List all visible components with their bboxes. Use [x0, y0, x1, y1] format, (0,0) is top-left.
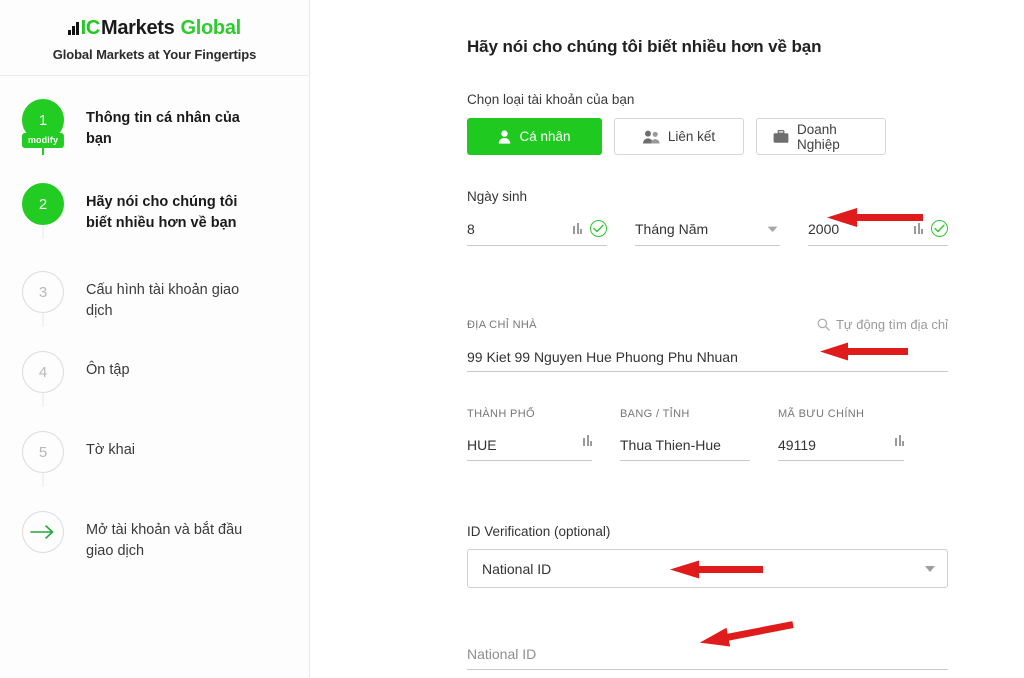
bar-chart-icon	[573, 223, 582, 235]
sidebar-step-final[interactable]: Mở tài khoản và bắt đầu giao dịch	[0, 511, 309, 581]
check-circle-icon	[931, 220, 948, 238]
id-verification-label: ID Verification (optional)	[467, 524, 611, 540]
address-autofind-link[interactable]: Tự động tìm địa chỉ	[817, 317, 948, 332]
check-circle-icon	[590, 220, 607, 238]
address-label: ĐỊA CHỈ NHÀ	[467, 318, 537, 331]
step-3-circle: 3	[22, 271, 64, 313]
account-type-corporate-label: Doanh Nghiệp	[797, 121, 840, 152]
city-label: THÀNH PHỐ	[467, 408, 535, 421]
account-type-group: Cá nhân Liên kết Doanh Nghiệp	[467, 118, 948, 156]
sidebar-step-1-label: Thông tin cá nhân của bạn	[86, 110, 240, 148]
brand-logo: IC Markets Global	[68, 18, 241, 38]
step-2-circle: 2	[22, 183, 64, 225]
city-value: HUE	[467, 437, 497, 454]
step-3-marker: 3	[0, 271, 86, 327]
briefcase-icon	[773, 129, 789, 144]
account-type-individual-button[interactable]: Cá nhân	[467, 118, 602, 156]
brand-ic: IC	[80, 16, 101, 39]
brand-block: IC Markets Global Global Markets at Your…	[0, 0, 309, 76]
sidebar-step-3[interactable]: 3 Cấu hình tài khoản giao dịch	[0, 271, 309, 351]
postcode-value: 49119	[778, 437, 816, 454]
account-type-label: Chọn loại tài khoản của bạn	[467, 92, 635, 108]
arrow-right-icon	[22, 511, 64, 553]
address-header: ĐỊA CHỈ NHÀ Tự động tìm địa chỉ	[467, 317, 948, 332]
step-connector	[42, 393, 44, 407]
step-2-marker: 2	[0, 183, 86, 239]
account-type-joint-button[interactable]: Liên kết	[614, 118, 744, 156]
brand-markets: Markets	[100, 16, 175, 39]
step-1-marker: 1 modify	[0, 99, 86, 155]
dob-label: Ngày sinh	[467, 189, 528, 205]
address-autofind-label: Tự động tìm địa chỉ	[835, 317, 948, 333]
national-id-input[interactable]: National ID	[467, 638, 948, 671]
registration-page: IC Markets Global Global Markets at Your…	[0, 0, 1024, 678]
dob-day-icons	[573, 220, 607, 238]
step-5-marker: 5	[0, 431, 86, 487]
progress-stepper: 1 modify Thông tin cá nhân của bạn 2 Hãy…	[0, 76, 309, 581]
national-id-placeholder: National ID	[467, 645, 537, 662]
state-label: BANG / TỈNH	[620, 408, 690, 421]
chevron-down-icon	[767, 220, 778, 238]
postcode-field[interactable]: MÃ BƯU CHÍNH 49119	[778, 408, 904, 462]
dob-year-field[interactable]: 2000	[808, 212, 948, 247]
page-title: Hãy nói cho chúng tôi biết nhiều hơn về …	[467, 37, 822, 57]
city-value-wrap: HUE	[467, 430, 592, 462]
locality-row: THÀNH PHỐ HUE BANG / TỈNH Thua Thien-Hue…	[467, 408, 948, 462]
state-value-wrap: Thua Thien-Hue	[620, 430, 750, 462]
sidebar-step-5[interactable]: 5 Tờ khai	[0, 431, 309, 511]
dob-month-value: Tháng Năm	[635, 220, 709, 237]
main-content: Hãy nói cho chúng tôi biết nhiều hơn về …	[310, 0, 1024, 678]
bar-chart-icon	[583, 435, 592, 447]
state-value: Thua Thien-Hue	[620, 437, 721, 454]
people-icon	[642, 130, 660, 144]
postcode-value-wrap: 49119	[778, 430, 904, 462]
sidebar-step-5-label: Tờ khai	[86, 442, 135, 458]
brand-tagline: Global Markets at Your Fingertips	[52, 46, 257, 62]
step-connector	[42, 313, 44, 327]
account-type-individual-label: Cá nhân	[519, 129, 571, 145]
brand-global: Global	[180, 16, 241, 39]
dob-year-icons	[914, 220, 948, 238]
step-5-circle: 5	[22, 431, 64, 473]
id-verification-select[interactable]: National ID	[467, 549, 948, 589]
postcode-label: MÃ BƯU CHÍNH	[778, 408, 865, 421]
state-field[interactable]: BANG / TỈNH Thua Thien-Hue	[620, 408, 750, 462]
sidebar-step-3-label: Cấu hình tài khoản giao dịch	[86, 282, 240, 320]
chevron-down-icon	[925, 565, 935, 572]
sidebar-step-2-label: Hãy nói cho chúng tôi biết nhiều hơn về …	[86, 194, 238, 232]
sidebar-step-4-label: Ôn tập	[86, 362, 130, 378]
step-final-marker	[0, 511, 86, 553]
sidebar-step-2[interactable]: 2 Hãy nói cho chúng tôi biết nhiều hơn v…	[0, 183, 309, 271]
person-icon	[498, 130, 511, 144]
bar-chart-icon	[895, 435, 904, 447]
search-icon	[817, 318, 830, 332]
dob-month-select[interactable]: Tháng Năm	[635, 212, 780, 247]
sidebar-step-final-label: Mở tài khoản và bắt đầu giao dịch	[86, 522, 243, 560]
city-field[interactable]: THÀNH PHỐ HUE	[467, 408, 592, 462]
step-4-marker: 4	[0, 351, 86, 407]
address-value: 99 Kiet 99 Nguyen Hue Phuong Phu Nhuan	[467, 348, 738, 365]
step-4-circle: 4	[22, 351, 64, 393]
dob-day-field[interactable]: 8	[467, 212, 607, 247]
dob-row: 8 Tháng Năm 2000	[467, 212, 948, 247]
account-type-joint-label: Liên kết	[667, 129, 716, 145]
sidebar-step-4[interactable]: 4 Ôn tập	[0, 351, 309, 431]
modify-badge[interactable]: modify	[21, 133, 65, 148]
step-connector	[42, 473, 44, 487]
address-input[interactable]: 99 Kiet 99 Nguyen Hue Phuong Phu Nhuan	[467, 342, 948, 373]
bar-chart-icon	[68, 21, 79, 35]
step-connector	[42, 225, 44, 239]
account-type-corporate-button[interactable]: Doanh Nghiệp	[756, 118, 886, 156]
bar-chart-icon	[914, 223, 923, 235]
dob-year-value: 2000	[808, 220, 840, 237]
id-verification-selected-value: National ID	[482, 560, 552, 577]
sidebar: IC Markets Global Global Markets at Your…	[0, 0, 310, 678]
dob-day-value: 8	[467, 220, 475, 237]
sidebar-step-1[interactable]: 1 modify Thông tin cá nhân của bạn	[0, 99, 309, 183]
